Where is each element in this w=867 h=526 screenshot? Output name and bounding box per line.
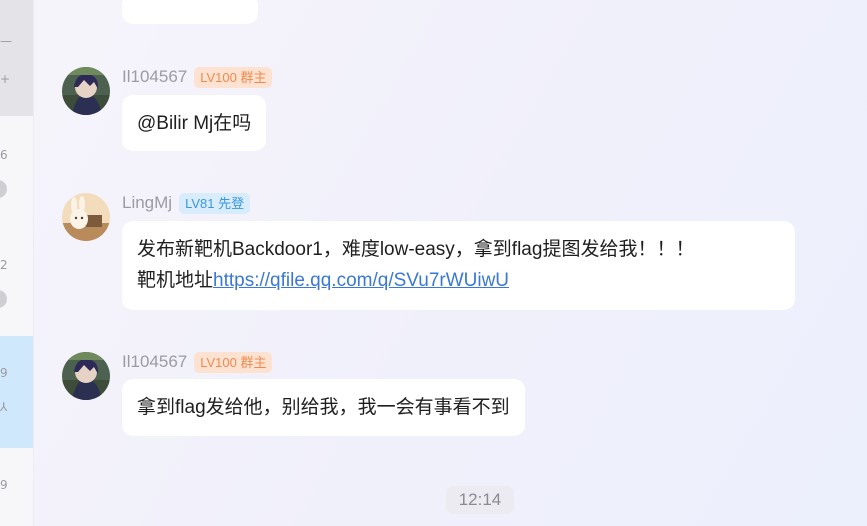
message-bubble-partial[interactable]	[122, 0, 258, 24]
avatar-image	[62, 352, 110, 400]
member-level-badge: LV81 先登	[179, 192, 251, 214]
sender-name[interactable]: Il104567	[122, 352, 187, 372]
sender-row: LingMj LV81 先登	[122, 191, 251, 215]
avatar-image	[62, 67, 110, 115]
conversation-list: — + 6 2 9 ⅄ 9	[0, 0, 34, 526]
conversation-item[interactable]: — +	[0, 0, 33, 116]
avatar[interactable]	[62, 352, 110, 400]
message-bubble[interactable]: @Bilir Mj在吗	[122, 95, 267, 151]
sender-name[interactable]: LingMj	[122, 193, 172, 213]
message-link[interactable]: https://qfile.qq.com/q/SVu7rWUiwU	[213, 270, 509, 291]
mute-icon	[0, 180, 7, 198]
conversation-time: 9	[0, 366, 8, 380]
chat-message-area[interactable]: Il104567 LV100 群主 @Bilir Mj在吗 LingMj LV8…	[34, 0, 867, 526]
conversation-item[interactable]: 2	[0, 226, 33, 336]
message-text: 发布新靶机Backdoor1，难度low-easy，拿到flag提图发给我！！！	[137, 239, 695, 260]
avatar-image	[62, 193, 110, 241]
message-text: 拿到flag发给他，别给我，我一会有事看不到	[137, 397, 510, 418]
conversation-item[interactable]: 6	[0, 116, 33, 226]
message-text-line: 靶机地址https://qfile.qq.com/q/SVu7rWUiwU	[137, 265, 780, 296]
mute-icon	[0, 290, 7, 308]
timestamp-divider: 12:14	[446, 486, 514, 514]
sender-row: Il104567 LV100 群主	[122, 350, 273, 374]
member-level-badge: LV100 群主	[194, 66, 273, 88]
message-bubble[interactable]: 发布新靶机Backdoor1，难度low-easy，拿到flag提图发给我！！！…	[122, 221, 795, 310]
member-level-badge: LV100 群主	[194, 351, 273, 373]
conversation-preview: —	[0, 34, 12, 48]
avatar[interactable]	[62, 67, 110, 115]
sender-name[interactable]: Il104567	[122, 67, 187, 87]
conversation-time: 2	[0, 258, 8, 272]
conversation-item[interactable]: 9	[0, 448, 33, 526]
conversation-item-selected[interactable]: 9 ⅄	[0, 336, 33, 448]
conversation-preview: ⅄	[0, 400, 8, 414]
conversation-time: 6	[0, 148, 8, 162]
message-text: @Bilir Mj在吗	[137, 113, 252, 134]
sender-row: Il104567 LV100 群主	[122, 65, 273, 89]
avatar[interactable]	[62, 193, 110, 241]
message-text: 靶机地址	[137, 270, 214, 291]
message-bubble[interactable]: 拿到flag发给他，别给我，我一会有事看不到	[122, 379, 525, 436]
conversation-time: 9	[0, 478, 8, 492]
conversation-preview: +	[0, 72, 11, 86]
